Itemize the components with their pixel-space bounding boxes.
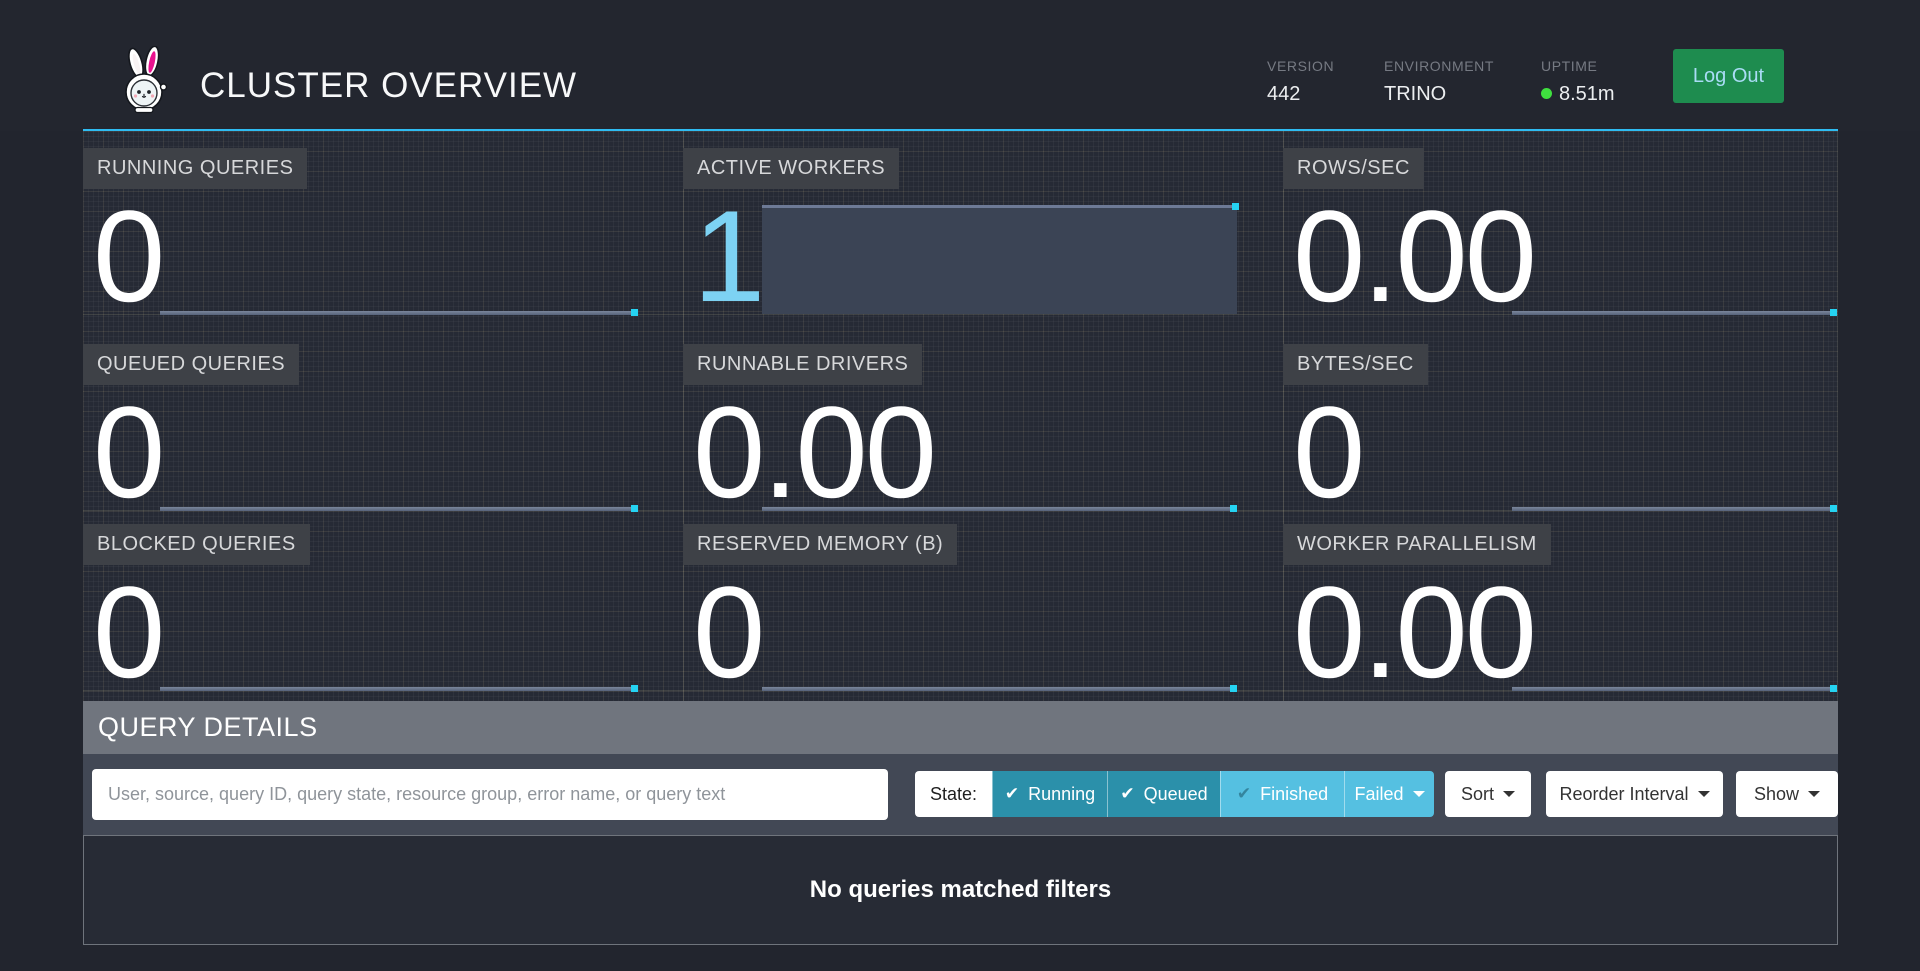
sparkline xyxy=(160,311,638,315)
environment-value: TRINO xyxy=(1384,83,1494,106)
header: CLUSTER OVERVIEW VERSION 442 ENVIRONMENT… xyxy=(0,0,1920,131)
sparkline xyxy=(1512,507,1837,511)
uptime-label: UPTIME xyxy=(1541,58,1615,74)
state-filter-failed-button[interactable]: Failed xyxy=(1344,771,1434,817)
metric-tile-reserved-memory-b: RESERVED MEMORY (B)0 xyxy=(683,516,1283,696)
sparkline-endpoint-dot xyxy=(1830,505,1837,512)
uptime-status-dot-icon xyxy=(1541,88,1552,99)
state-filter-group: State: ✔ Running ✔ Queued ✔ Finished Failed xyxy=(915,771,1434,817)
state-filter-queued-button[interactable]: ✔ Queued xyxy=(1107,771,1220,817)
version-value: 442 xyxy=(1267,83,1334,106)
query-results-panel: No queries matched filters xyxy=(83,835,1838,945)
query-details-header: QUERY DETAILS xyxy=(83,701,1838,754)
sparkline xyxy=(160,687,638,691)
area-chart xyxy=(762,205,1237,314)
state-filter-label: State: xyxy=(915,771,992,817)
metric-value: 0.00 xyxy=(693,387,934,517)
caret-down-icon xyxy=(1413,791,1425,797)
log-out-button[interactable]: Log Out xyxy=(1673,49,1784,103)
sparkline-endpoint-dot xyxy=(1230,505,1237,512)
metric-value: 0.00 xyxy=(1293,567,1534,697)
cluster-overview-page: CLUSTER OVERVIEW VERSION 442 ENVIRONMENT… xyxy=(0,0,1920,971)
metric-tile-bytes-per-sec: BYTES/SEC0 xyxy=(1283,336,1838,516)
state-filter-label-text: Queued xyxy=(1144,784,1208,805)
check-icon: ✔ xyxy=(1005,784,1019,804)
query-search-input[interactable] xyxy=(92,769,888,820)
sparkline xyxy=(1512,687,1837,691)
caret-down-icon xyxy=(1698,791,1710,797)
query-details-toolbar: State: ✔ Running ✔ Queued ✔ Finished Failed So… xyxy=(83,754,1838,835)
check-icon: ✔ xyxy=(1120,784,1134,804)
metric-tile-blocked-queries: BLOCKED QUERIES0 xyxy=(83,516,683,696)
header-stat-environment: ENVIRONMENT TRINO xyxy=(1384,58,1494,106)
metric-tile-rows-per-sec: ROWS/SEC0.00 xyxy=(1283,140,1838,320)
metric-tile-queued-queries: QUEUED QUERIES0 xyxy=(83,336,683,516)
metric-value: 0.00 xyxy=(1293,191,1534,321)
header-stat-uptime: UPTIME 8.51m xyxy=(1541,58,1615,106)
show-dropdown-button[interactable]: Show xyxy=(1736,771,1838,817)
version-label: VERSION xyxy=(1267,58,1334,74)
query-details-title: QUERY DETAILS xyxy=(98,701,318,754)
sparkline-endpoint-dot xyxy=(1230,685,1237,692)
sort-dropdown-button[interactable]: Sort xyxy=(1445,771,1531,817)
metric-value: 0 xyxy=(1293,387,1362,517)
metric-value: 0 xyxy=(93,191,162,321)
metric-value: 0 xyxy=(93,387,162,517)
header-stat-version: VERSION 442 xyxy=(1267,58,1334,106)
trino-bunny-logo-icon xyxy=(122,46,168,114)
caret-down-icon xyxy=(1808,791,1820,797)
uptime-value: 8.51m xyxy=(1541,83,1615,106)
metrics-panel: RUNNING QUERIES0ACTIVE WORKERS1ROWS/SEC0… xyxy=(83,131,1838,701)
check-icon: ✔ xyxy=(1237,784,1251,804)
page-title: CLUSTER OVERVIEW xyxy=(200,66,577,106)
metric-tile-runnable-drivers: RUNNABLE DRIVERS0.00 xyxy=(683,336,1283,516)
sparkline-endpoint-dot xyxy=(1830,685,1837,692)
metric-value: 0 xyxy=(93,567,162,697)
sparkline xyxy=(160,507,638,511)
chart-baseline xyxy=(683,314,1283,315)
sparkline-endpoint-dot xyxy=(1830,309,1837,316)
metric-value: 1 xyxy=(693,191,762,321)
sparkline xyxy=(762,507,1237,511)
metric-value: 0 xyxy=(693,567,762,697)
reorder-interval-dropdown-button[interactable]: Reorder Interval xyxy=(1546,771,1723,817)
state-filter-running-button[interactable]: ✔ Running xyxy=(992,771,1107,817)
metric-tile-running-queries: RUNNING QUERIES0 xyxy=(83,140,683,320)
metric-tile-worker-parallelism: WORKER PARALLELISM0.00 xyxy=(1283,516,1838,696)
metric-tile-active-workers: ACTIVE WORKERS1 xyxy=(683,140,1283,320)
sparkline-endpoint-dot xyxy=(631,505,638,512)
environment-label: ENVIRONMENT xyxy=(1384,58,1494,74)
sparkline-endpoint-dot xyxy=(1232,203,1239,210)
sparkline xyxy=(762,687,1237,691)
sparkline-endpoint-dot xyxy=(631,685,638,692)
empty-results-message: No queries matched filters xyxy=(810,876,1111,904)
sparkline xyxy=(1512,311,1837,315)
state-filter-label-text: Failed xyxy=(1355,784,1404,805)
sparkline-endpoint-dot xyxy=(631,309,638,316)
state-filter-finished-button[interactable]: ✔ Finished xyxy=(1220,771,1344,817)
caret-down-icon xyxy=(1503,791,1515,797)
state-filter-label-text: Finished xyxy=(1260,784,1328,805)
state-filter-label-text: Running xyxy=(1028,784,1095,805)
